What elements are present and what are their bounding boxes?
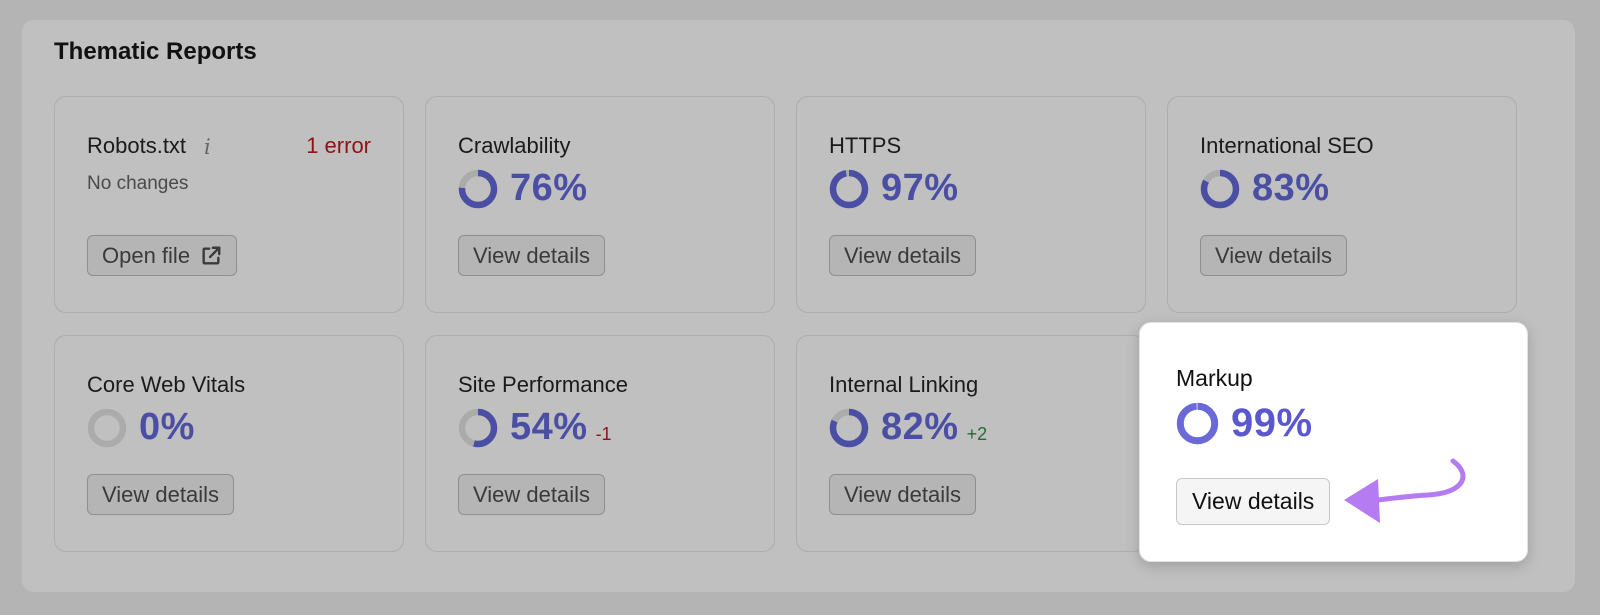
view-details-button[interactable]: View details (458, 235, 605, 276)
crawlability-card: Crawlability 76% View details (425, 96, 775, 313)
international-seo-card: International SEO 83% View details (1167, 96, 1517, 313)
button-label: View details (473, 242, 590, 268)
score-ring-icon (87, 408, 127, 447)
score-ring-icon (1200, 169, 1240, 208)
score-row: 76% (458, 167, 588, 210)
button-label: View details (1192, 488, 1315, 514)
section-title: Thematic Reports (54, 38, 257, 65)
score-ring-icon (829, 408, 869, 447)
pointer-arrow-icon (1344, 458, 1466, 523)
view-details-button[interactable]: View details (87, 474, 234, 515)
button-label: Open file (102, 242, 191, 268)
card-title: Internal Linking (829, 372, 979, 397)
score-value: 54% (510, 406, 588, 448)
view-details-button[interactable]: View details (829, 235, 976, 276)
button-label: View details (473, 481, 590, 507)
external-link-icon (202, 246, 221, 265)
score-ring-icon (1176, 402, 1219, 445)
score-row: 0% (87, 406, 195, 449)
internal-linking-card: Internal Linking 82% +2 View details (796, 335, 1146, 552)
view-details-button[interactable]: View details (1176, 478, 1331, 525)
score-change-badge: -1 (595, 424, 612, 444)
score-ring-icon (458, 408, 498, 447)
score-ring-icon (458, 169, 498, 208)
card-title: HTTPS (829, 133, 902, 158)
view-details-button[interactable]: View details (1200, 235, 1347, 276)
card-title: Core Web Vitals (87, 372, 246, 397)
core-web-vitals-card: Core Web Vitals 0% View details (54, 335, 404, 552)
card-title: Crawlability (458, 133, 571, 158)
button-label: View details (1215, 242, 1332, 268)
score-row: 99% (1176, 401, 1313, 446)
score-ring-icon (829, 169, 869, 208)
card-title: Site Performance (458, 372, 628, 397)
score-value: 97% (881, 167, 959, 209)
site-performance-card: Site Performance 54% -1 View details (425, 335, 775, 552)
card-title: International SEO (1200, 133, 1374, 158)
score-change-badge: +2 (966, 424, 988, 444)
score-value: 83% (1252, 167, 1330, 209)
score-row: 54% -1 (458, 406, 612, 449)
score-row: 97% (829, 167, 959, 210)
view-details-button[interactable]: View details (458, 474, 605, 515)
score-row: 82% +2 (829, 406, 987, 449)
status-text: No changes (87, 173, 189, 194)
button-label: View details (844, 481, 961, 507)
button-label: View details (844, 242, 961, 268)
open-file-button[interactable]: Open file (87, 235, 238, 276)
score-row: 83% (1200, 167, 1330, 210)
card-title: Markup (1176, 365, 1253, 391)
view-details-button[interactable]: View details (829, 474, 976, 515)
https-card: HTTPS 97% View details (796, 96, 1146, 313)
info-icon[interactable]: i (204, 135, 211, 159)
score-value: 0% (139, 406, 195, 448)
score-value: 76% (510, 167, 588, 209)
error-count-link[interactable]: 1 error (306, 133, 371, 159)
button-label: View details (102, 481, 219, 507)
card-title: Robots.txt (87, 133, 187, 158)
robots-txt-card: Robots.txt i 1 error No changes Open fil… (54, 96, 404, 313)
score-value: 82% (881, 406, 959, 448)
score-value: 99% (1231, 401, 1313, 445)
